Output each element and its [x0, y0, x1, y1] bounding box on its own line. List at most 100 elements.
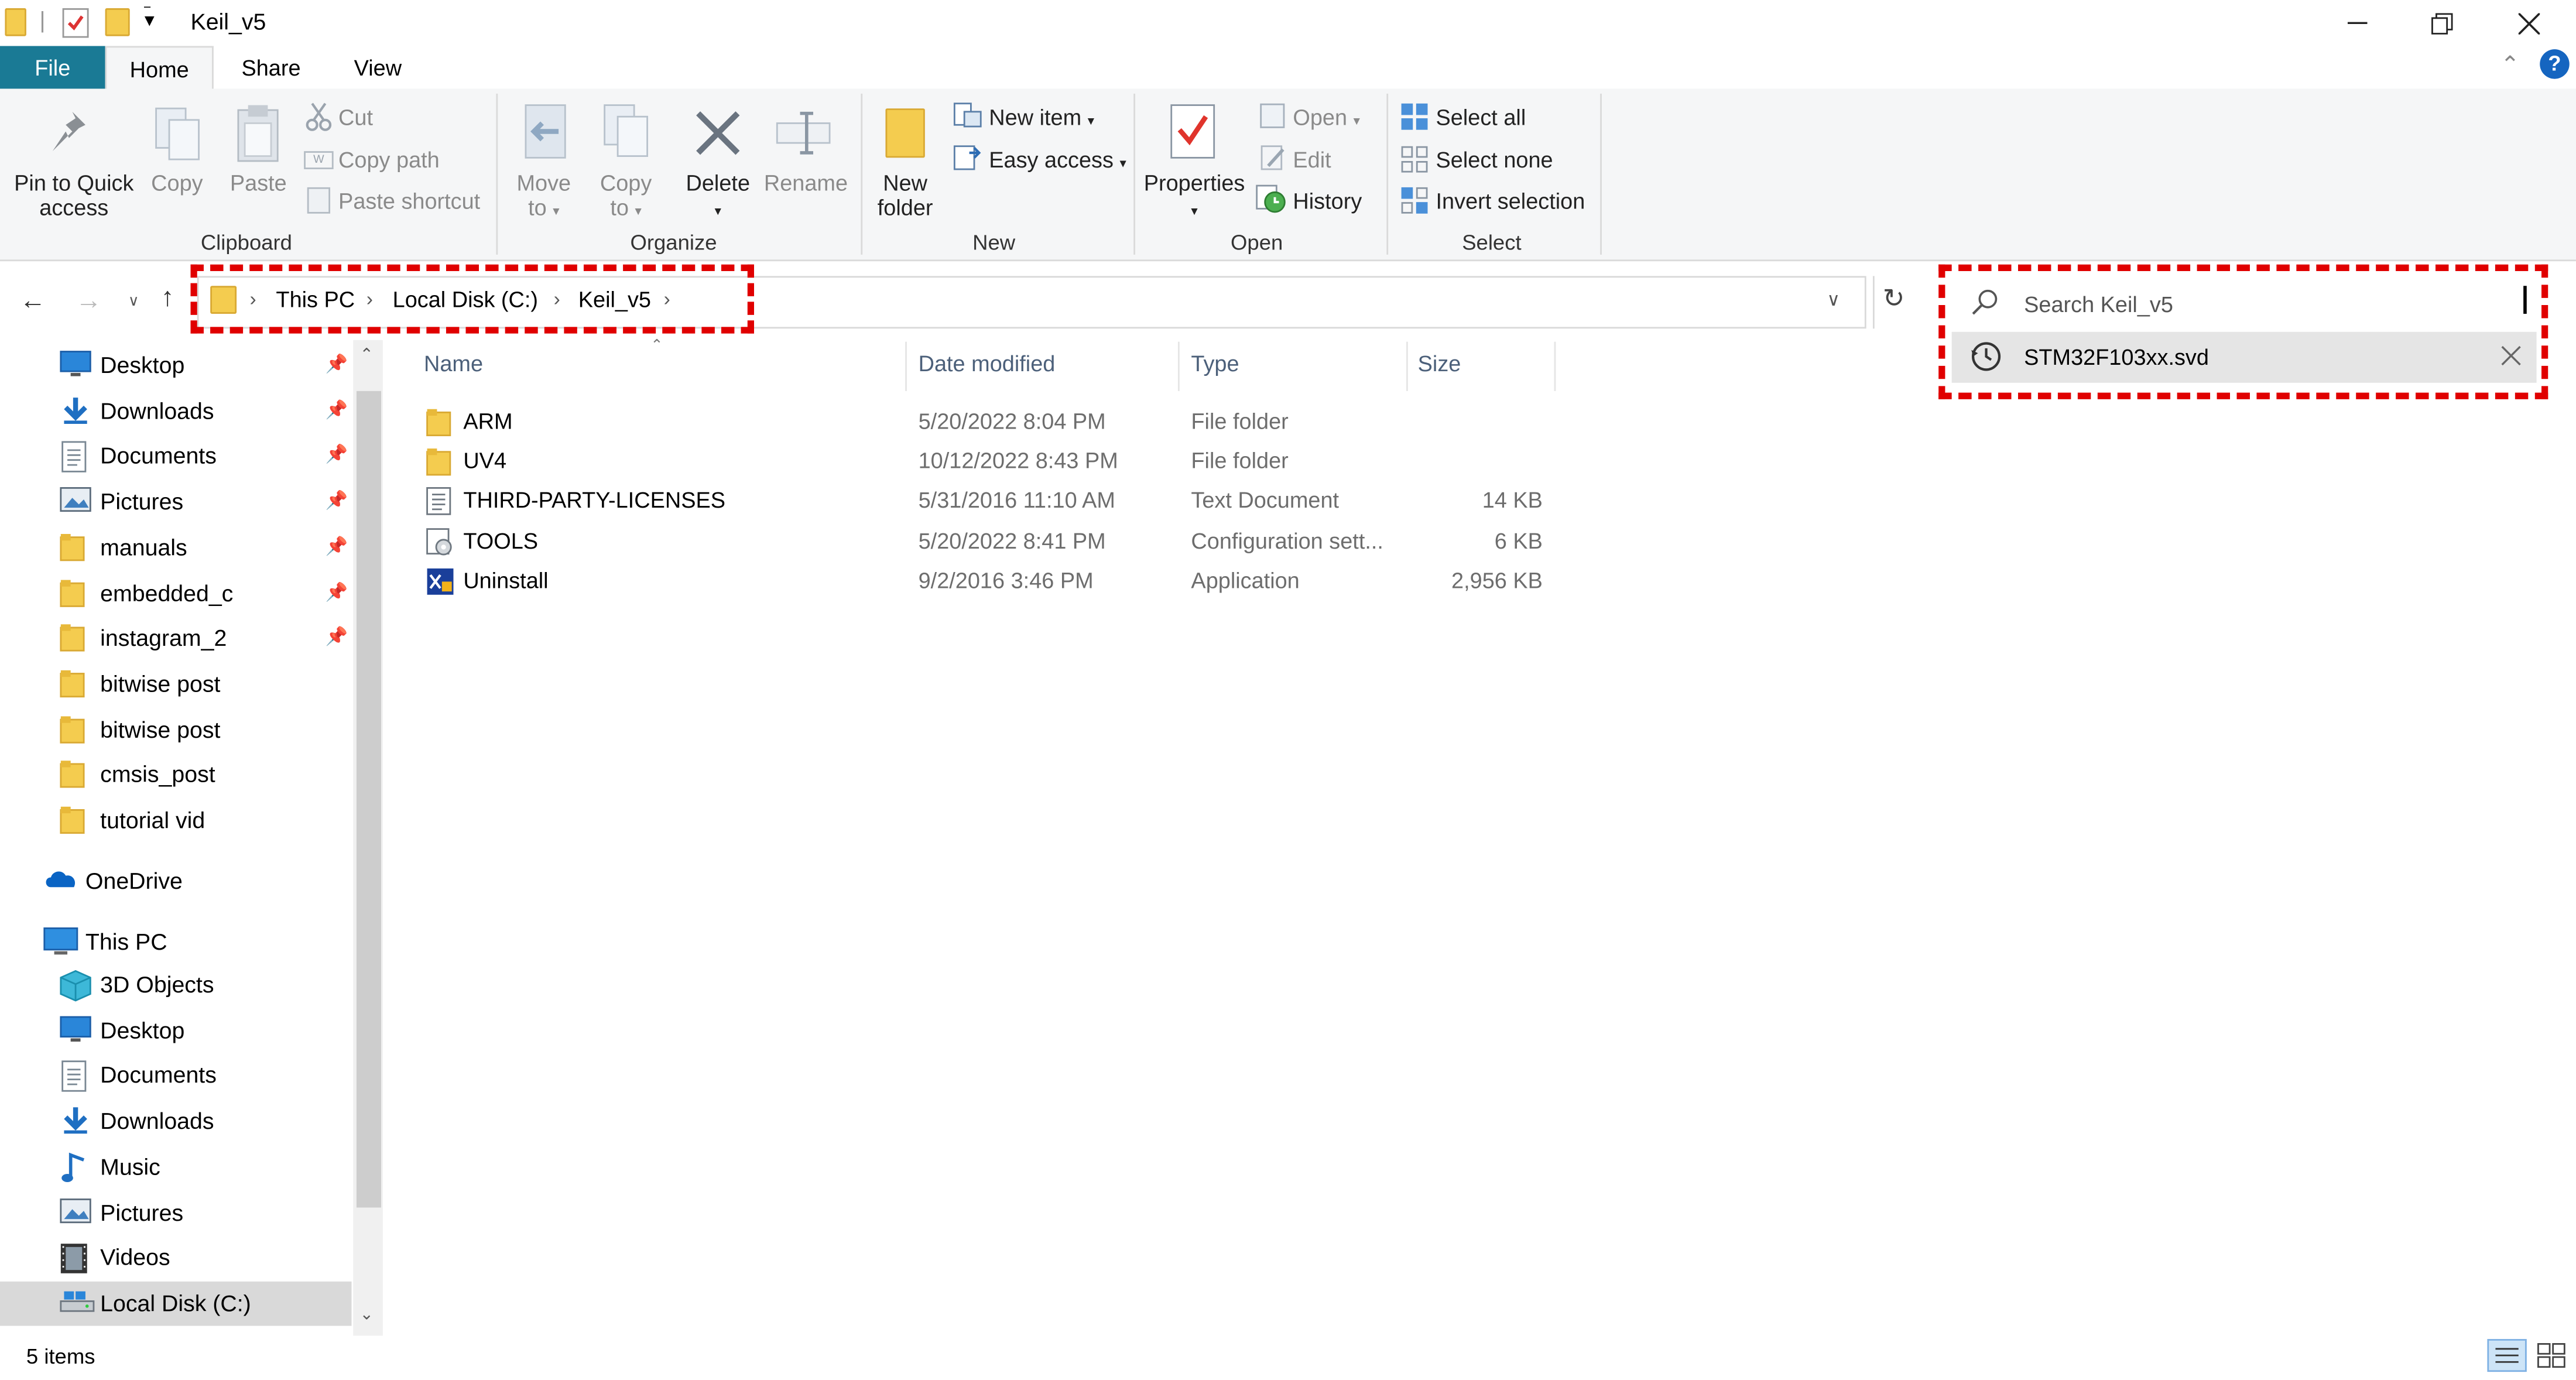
- file-row[interactable]: THIRD-PARTY-LICENSES 5/31/2016 11:10 AM Te…: [419, 482, 1569, 521]
- nav-scrollbar-thumb[interactable]: [356, 391, 382, 1208]
- new-folder-button[interactable]: New folder: [868, 171, 943, 220]
- nav-quick-item[interactable]: Pictures 📌: [0, 480, 352, 523]
- tab-view[interactable]: View: [328, 46, 427, 89]
- file-row[interactable]: UV4 10/12/2022 8:43 PM File folder: [419, 442, 1569, 481]
- new-folder-label-line2: folder: [877, 195, 933, 221]
- file-type: File folder: [1191, 448, 1289, 474]
- address-highlight: [190, 264, 754, 334]
- scroll-up-arrow[interactable]: ⌃: [360, 347, 374, 365]
- easy-access-label: Easy access: [989, 148, 1114, 173]
- nav-quick-item[interactable]: instagram_2 📌: [0, 617, 352, 659]
- minimize-button[interactable]: [2320, 0, 2395, 46]
- file-row[interactable]: Uninstall 9/2/2016 3:46 PM Application 2,95…: [419, 561, 1569, 601]
- back-button[interactable]: ←: [20, 287, 46, 317]
- nav-quick-item[interactable]: Desktop 📌: [0, 343, 352, 386]
- this-pc-icon: [43, 927, 79, 957]
- column-header-size[interactable]: Size: [1418, 352, 1461, 376]
- pin-icon[interactable]: 📌: [326, 626, 348, 648]
- pin-icon[interactable]: 📌: [326, 581, 348, 602]
- nav-this-pc[interactable]: This PC: [85, 928, 167, 954]
- column-header-date[interactable]: Date modified: [919, 352, 1056, 376]
- nav-pc-item[interactable]: Desktop: [0, 1008, 352, 1053]
- cut-button[interactable]: Cut: [338, 105, 373, 130]
- file-row[interactable]: ARM 5/20/2022 8:04 PM File folder: [419, 402, 1569, 441]
- nav-pc-item[interactable]: Pictures: [0, 1190, 352, 1235]
- nav-quick-item[interactable]: Downloads 📌: [0, 389, 352, 432]
- properties-icon[interactable]: [62, 8, 89, 38]
- restore-button[interactable]: [2403, 0, 2479, 46]
- tab-share[interactable]: Share: [220, 46, 322, 89]
- collapse-ribbon-icon[interactable]: ⌃: [2500, 51, 2520, 79]
- easy-access-button[interactable]: Easy access ▾: [989, 148, 1126, 173]
- history-button[interactable]: History: [1293, 189, 1362, 214]
- copy-button[interactable]: Copy: [151, 171, 203, 196]
- nav-quick-item[interactable]: Documents 📌: [0, 434, 352, 477]
- forward-button[interactable]: →: [76, 287, 102, 317]
- pin-icon[interactable]: 📌: [326, 535, 348, 557]
- nav-pc-item[interactable]: 3D Objects: [0, 963, 352, 1007]
- nav-onedrive[interactable]: OneDrive: [85, 868, 183, 894]
- nav-quick-item[interactable]: embedded_c 📌: [0, 571, 352, 614]
- ribbon-separator: [1386, 93, 1389, 255]
- file-name[interactable]: UV4: [463, 449, 506, 474]
- nav-pc-item[interactable]: Downloads: [0, 1100, 352, 1144]
- details-view-button[interactable]: [2487, 1338, 2527, 1372]
- nav-pc-item[interactable]: Videos: [0, 1236, 352, 1280]
- column-header-name[interactable]: Name: [424, 352, 483, 376]
- delete-button[interactable]: Delete ▾: [680, 171, 756, 224]
- file-name[interactable]: ARM: [463, 409, 512, 434]
- pin-icon[interactable]: 📌: [326, 489, 348, 511]
- column-separator[interactable]: [1554, 341, 1556, 391]
- pin-to-quick-access-button[interactable]: Pin to Quick access: [10, 171, 138, 220]
- help-icon[interactable]: ?: [2540, 49, 2570, 79]
- copy-to-button[interactable]: Copy to ▾: [585, 171, 667, 224]
- nav-pc-item[interactable]: Documents: [0, 1054, 352, 1098]
- paste-button[interactable]: Paste: [230, 171, 287, 196]
- file-row[interactable]: TOOLS 5/20/2022 8:41 PM Configuration sett…: [419, 522, 1569, 561]
- refresh-button[interactable]: ↻: [1883, 283, 1905, 316]
- videos-icon: [59, 1242, 89, 1275]
- pictures-icon: [59, 487, 92, 513]
- open-button[interactable]: Open ▾: [1293, 105, 1360, 130]
- select-all-button[interactable]: Select all: [1436, 105, 1526, 130]
- select-none-button[interactable]: Select none: [1436, 148, 1553, 173]
- open-label: Open: [1293, 105, 1348, 130]
- recent-locations-button[interactable]: ∨: [128, 292, 139, 310]
- paste-shortcut-button[interactable]: Paste shortcut: [338, 189, 480, 214]
- copy-path-button[interactable]: Copy path: [338, 148, 440, 173]
- new-item-button[interactable]: New item ▾: [989, 105, 1094, 130]
- file-name[interactable]: THIRD-PARTY-LICENSES: [463, 489, 725, 513]
- file-name[interactable]: Uninstall: [463, 568, 548, 593]
- file-date: 9/2/2016 3:46 PM: [918, 568, 1094, 593]
- nav-quick-item[interactable]: bitwise post: [0, 707, 352, 750]
- folder-icon: [59, 623, 85, 653]
- nav-quick-item[interactable]: cmsis_post: [0, 753, 352, 796]
- pin-icon[interactable]: 📌: [326, 444, 348, 466]
- move-to-button[interactable]: Move to ▾: [503, 171, 585, 224]
- nav-pc-item[interactable]: Local Disk (C:): [0, 1281, 352, 1326]
- nav-pc-item[interactable]: Music: [0, 1145, 352, 1189]
- rename-button[interactable]: Rename: [764, 171, 848, 196]
- column-separator[interactable]: [1177, 341, 1180, 391]
- nav-quick-item[interactable]: bitwise post: [0, 662, 352, 705]
- nav-quick-item[interactable]: manuals 📌: [0, 525, 352, 568]
- column-header-type[interactable]: Type: [1191, 352, 1239, 376]
- close-button[interactable]: [2491, 0, 2566, 46]
- large-icons-view-button[interactable]: [2535, 1341, 2568, 1371]
- tab-file[interactable]: File: [0, 46, 105, 89]
- pin-icon[interactable]: 📌: [326, 353, 348, 375]
- up-button[interactable]: ↑: [161, 284, 174, 314]
- address-history-dropdown[interactable]: ∨: [1827, 289, 1840, 311]
- text-document-icon: [426, 487, 452, 517]
- scroll-down-arrow[interactable]: ⌄: [360, 1306, 374, 1324]
- nav-quick-item[interactable]: tutorial vid: [0, 799, 352, 841]
- file-name[interactable]: TOOLS: [463, 528, 538, 553]
- new-folder-icon[interactable]: [105, 8, 130, 36]
- column-separator[interactable]: [1406, 341, 1408, 391]
- column-separator[interactable]: [905, 341, 907, 391]
- properties-button[interactable]: Properties ▾: [1140, 171, 1248, 224]
- tab-home[interactable]: Home: [105, 46, 214, 91]
- pin-icon[interactable]: 📌: [326, 399, 348, 420]
- edit-button[interactable]: Edit: [1293, 148, 1331, 173]
- invert-selection-button[interactable]: Invert selection: [1436, 189, 1585, 214]
